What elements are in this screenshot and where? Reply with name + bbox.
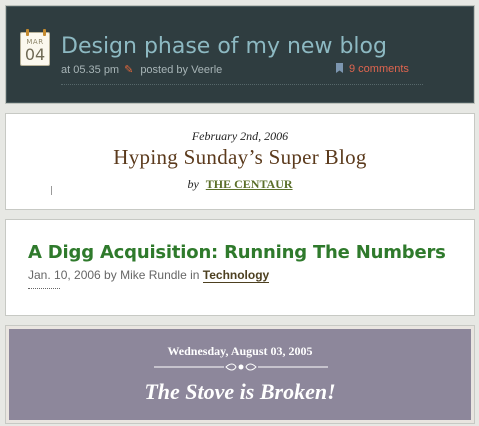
post-byline: by THE CENTAUR (6, 177, 474, 192)
post-card-stove-broken: Wednesday, August 03, 2005 The Stove is … (5, 325, 475, 424)
divider (28, 288, 60, 289)
pencil-icon: ✎ (124, 64, 134, 76)
post-card-digg-acquisition: A Digg Acquisition: Running The Numbers … (5, 219, 475, 316)
comments-link[interactable]: 9 comments (349, 63, 409, 75)
decorative-tick (51, 186, 52, 195)
calendar-icon: MAR 04 (20, 29, 50, 66)
bookmark-icon (336, 63, 343, 73)
post-meta: at 05.35 pm ✎ posted by Veerle (61, 63, 222, 76)
post-card-design-phase: MAR 04 Design phase of my new blog at 05… (5, 5, 475, 104)
author-link[interactable]: THE CENTAUR (206, 177, 293, 191)
comments-block: 9 comments (336, 63, 409, 75)
post-date: February 2nd, 2006 (191, 129, 289, 143)
post-card-inner: Wednesday, August 03, 2005 The Stove is … (9, 329, 471, 420)
byline-prefix: by (187, 177, 199, 191)
category-link[interactable]: Technology (202, 268, 270, 283)
post-title-link[interactable]: A Digg Acquisition: Running The Numbers (28, 242, 446, 263)
post-card-hyping-sunday: February 2nd, 2006 Hyping Sunday’s Super… (5, 113, 475, 210)
post-date-author: Jan. 10, 2006 by Mike Rundle in (28, 268, 203, 282)
calendar-day: 04 (24, 45, 46, 64)
post-date: Wednesday, August 03, 2005 (167, 344, 313, 358)
post-meta: Jan. 10, 2006 by Mike Rundle in Technolo… (28, 268, 270, 283)
post-title-link[interactable]: Hyping Sunday’s Super Blog (6, 145, 474, 170)
post-title-link[interactable]: The Stove is Broken! (9, 379, 471, 405)
post-author: posted by Veerle (140, 64, 223, 76)
ornament-divider (154, 363, 328, 371)
post-time: at 05.35 pm (61, 64, 120, 76)
post-title-link[interactable]: Design phase of my new blog (61, 34, 387, 59)
divider (61, 84, 423, 85)
